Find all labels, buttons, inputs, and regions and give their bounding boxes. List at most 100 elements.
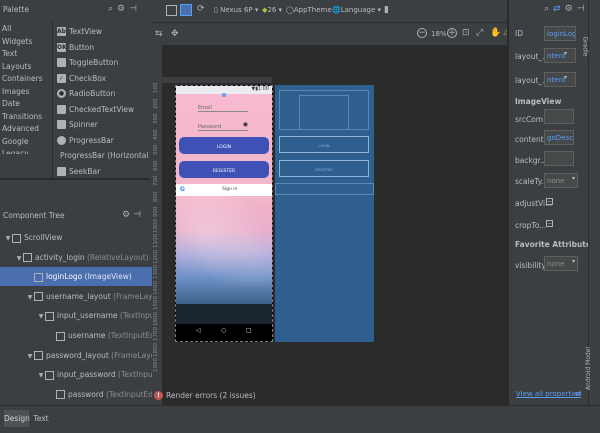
- theme-selector[interactable]: ◯AppTheme: [286, 6, 332, 14]
- ruler-tick-label: 900: [153, 206, 159, 218]
- tree-row[interactable]: ▼ username_layout (FrameLayout): [0, 287, 176, 306]
- content-description-field[interactable]: goDesc: [544, 130, 574, 145]
- blueprint-view: LOGIN REGISTER: [275, 85, 374, 342]
- chevron-down-icon[interactable]: ▾: [564, 50, 567, 57]
- tree-row[interactable]: ▼ password_layout (FrameLayout): [0, 346, 176, 365]
- palette-category[interactable]: Date: [0, 98, 52, 111]
- expand-arrow-icon[interactable]: ▼: [26, 288, 34, 306]
- tree-row-name: input_password: [57, 370, 116, 380]
- palette-category[interactable]: Advanced: [0, 123, 52, 136]
- chevron-down-icon[interactable]: ▾: [572, 175, 575, 182]
- swap-view-icon[interactable]: ⇄: [553, 4, 561, 14]
- palette-category[interactable]: Google: [0, 136, 52, 149]
- background-field[interactable]: [544, 151, 574, 166]
- palette-category[interactable]: Layouts: [0, 61, 52, 74]
- component-icon: [56, 331, 65, 341]
- render-errors-text[interactable]: Render errors (2 issues): [166, 391, 256, 400]
- email-field[interactable]: Email: [198, 102, 248, 112]
- api-selector[interactable]: ◆26 ▾: [262, 6, 282, 14]
- tree-row-type: (ImageView): [82, 272, 132, 282]
- view-all-properties-link[interactable]: View all properties: [516, 390, 581, 398]
- palette-category[interactable]: Legacy: [0, 148, 52, 154]
- android-model-tab[interactable]: Android Model: [585, 345, 599, 400]
- selection-handle[interactable]: [222, 93, 226, 97]
- pan-hand-icon[interactable]: ✋: [490, 28, 501, 38]
- chevron-down-icon[interactable]: ▾: [564, 74, 567, 81]
- toggle-panel-icon[interactable]: ▮: [384, 5, 389, 15]
- layout-width-field[interactable]: ntent: [544, 48, 576, 63]
- palette-item-spinner[interactable]: Spinner: [57, 117, 149, 133]
- component-tree-list: ▼ ScrollView ▼ activity_login (RelativeLayo…: [0, 228, 176, 405]
- id-field[interactable]: loginLogo: [544, 26, 576, 41]
- palette-category[interactable]: Text: [0, 48, 52, 61]
- zoom-out-icon[interactable]: −: [417, 28, 427, 38]
- ruler-tick-label: 800: [153, 191, 159, 202]
- text-tab[interactable]: Text: [31, 410, 51, 427]
- expand-arrow-icon[interactable]: ▼: [37, 307, 45, 325]
- hide-icon[interactable]: ⊣: [133, 210, 141, 220]
- recents-icon[interactable]: □: [246, 327, 252, 334]
- home-icon[interactable]: ○: [221, 327, 226, 334]
- hide-icon[interactable]: ⊣: [129, 4, 137, 14]
- palette-category[interactable]: Containers: [0, 73, 52, 86]
- palette-category[interactable]: All: [0, 23, 52, 36]
- blueprint-view-icon[interactable]: [180, 4, 192, 16]
- expand-arrow-icon[interactable]: ▼: [15, 249, 23, 267]
- zoom-actual-icon[interactable]: ⊡: [462, 28, 470, 38]
- adjust-viewbounds-toggle[interactable]: −: [546, 198, 553, 205]
- component-icon: [34, 272, 43, 282]
- palette-item-togglebutton[interactable]: ToggleButton: [57, 55, 149, 71]
- palette-category[interactable]: Widgets: [0, 36, 52, 49]
- back-icon[interactable]: ◁: [196, 327, 201, 334]
- settings-gear-icon[interactable]: ⚙: [117, 4, 125, 14]
- gradle-tab[interactable]: Gradle: [581, 28, 599, 68]
- palette-item-progressbar-horizontal[interactable]: ProgressBar (Horizontal): [57, 148, 149, 164]
- design-surface-icon[interactable]: [166, 5, 177, 16]
- login-button[interactable]: LOGIN: [179, 137, 269, 154]
- layout-height-field[interactable]: ntent: [544, 72, 576, 87]
- settings-gear-icon[interactable]: ⚙: [565, 4, 573, 14]
- render-errors-bar[interactable]: ! Render errors (2 issues): [152, 390, 352, 404]
- swap-view-icon[interactable]: ⇄: [575, 389, 582, 398]
- device-selector[interactable]: ▯ Nexus 6P ▾: [214, 6, 258, 14]
- register-button[interactable]: REGISTER: [179, 161, 269, 178]
- pan-icon[interactable]: ⇆: [155, 29, 163, 39]
- palette-category[interactable]: Transitions: [0, 111, 52, 124]
- tree-row[interactable]: ▼ ScrollView: [0, 228, 154, 247]
- chevron-down-icon[interactable]: ▾: [572, 258, 575, 265]
- search-icon[interactable]: ⌕: [544, 4, 549, 14]
- move-icon[interactable]: ✥: [171, 29, 179, 39]
- expand-arrow-icon[interactable]: ▼: [4, 229, 12, 247]
- design-toolbar: ⟳ ▯ Nexus 6P ▾ ◆26 ▾ ◯AppTheme 🌐Language…: [152, 0, 507, 22]
- zoom-fit-icon[interactable]: ⤢: [476, 28, 483, 38]
- google-signin-button[interactable]: G Sign in: [176, 184, 272, 196]
- tree-row-name: loginLogo: [46, 272, 83, 282]
- src-field[interactable]: [544, 109, 574, 124]
- expand-arrow-icon[interactable]: ▼: [26, 347, 34, 365]
- ruler-tick-label: 700: [153, 175, 159, 187]
- palette-item-button[interactable]: OK Button: [57, 40, 149, 56]
- design-tab[interactable]: Design: [4, 410, 30, 427]
- palette-category[interactable]: Images: [0, 86, 52, 99]
- tree-row[interactable]: ▼ activity_login (RelativeLayout): [0, 248, 165, 267]
- orientation-icon[interactable]: ⟳: [197, 4, 205, 14]
- toggle-icon: [57, 58, 66, 68]
- palette-item-seekbar[interactable]: SeekBar: [57, 164, 149, 179]
- expand-arrow-icon[interactable]: ▼: [37, 366, 45, 384]
- visibility-toggle-icon[interactable]: ◉: [243, 121, 248, 128]
- palette-item-checkedtextview[interactable]: CheckedTextView: [57, 102, 149, 118]
- language-selector[interactable]: 🌐Language ▾: [332, 6, 381, 14]
- blueprint-login-button: LOGIN: [279, 136, 369, 153]
- palette-item-textview[interactable]: Ab TextView: [57, 24, 149, 40]
- palette-item-checkbox[interactable]: ✓ CheckBox: [57, 71, 149, 87]
- palette-item-progressbar[interactable]: ProgressBar: [57, 133, 149, 149]
- settings-gear-icon[interactable]: ⚙: [122, 210, 130, 220]
- tree-row[interactable]: loginLogo (ImageView): [0, 267, 176, 287]
- hide-icon[interactable]: ⊣: [577, 4, 585, 14]
- ruler-tick-label: 1900: [153, 358, 159, 372]
- search-icon[interactable]: ⌕: [108, 4, 113, 14]
- palette-item-radiobutton[interactable]: ● RadioButton: [57, 86, 149, 102]
- password-field[interactable]: Password ◉: [198, 121, 248, 131]
- zoom-in-icon[interactable]: +: [447, 28, 457, 38]
- crop-to-padding-toggle[interactable]: −: [546, 220, 553, 227]
